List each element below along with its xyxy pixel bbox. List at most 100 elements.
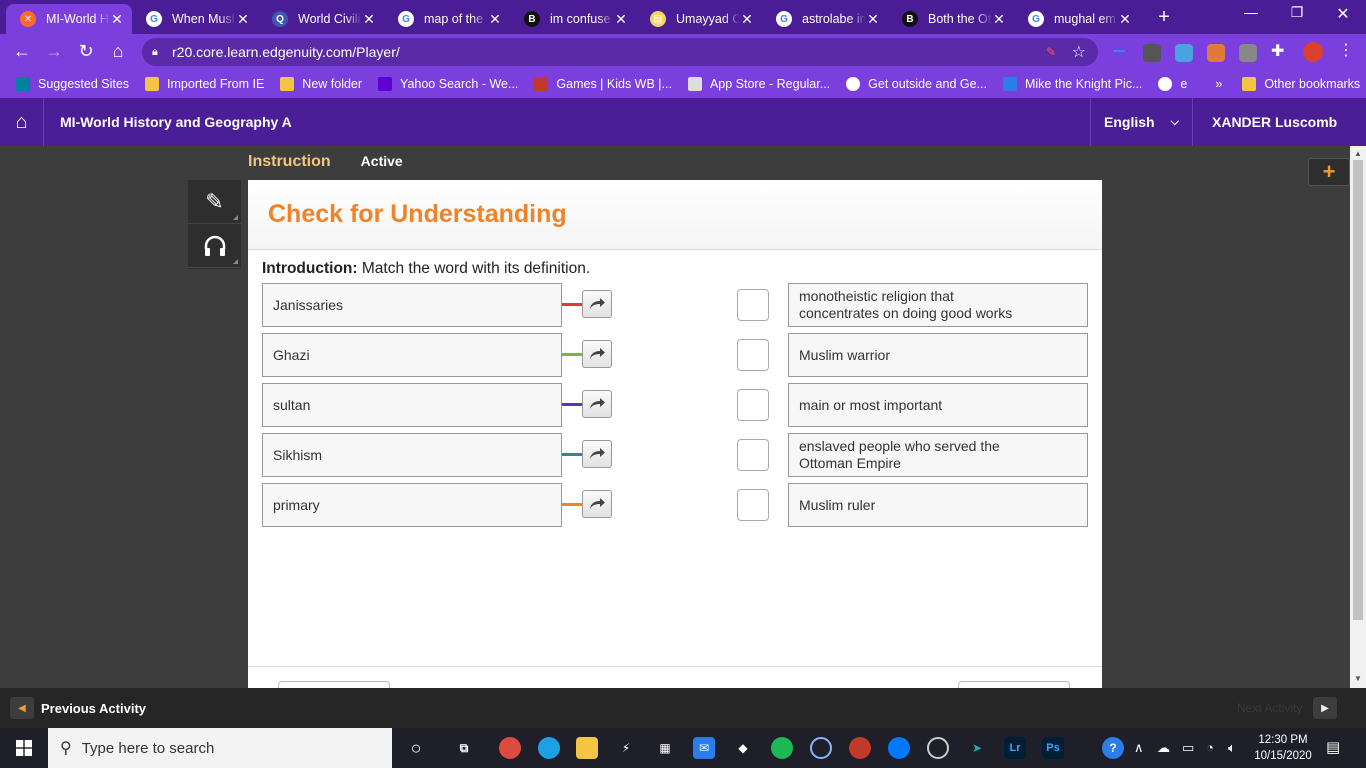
- cube-ext-icon[interactable]: [1175, 44, 1193, 62]
- bookmark-item[interactable]: Suggested Sites: [16, 77, 129, 91]
- task-view-icon[interactable]: ⧉: [453, 737, 475, 759]
- match-term[interactable]: sultan: [262, 383, 562, 427]
- drag-arrow-button[interactable]: [582, 440, 612, 468]
- facebook-ext-icon[interactable]: [1143, 44, 1161, 62]
- reload-icon[interactable]: ↻: [74, 41, 98, 62]
- photoshop-icon[interactable]: Ps: [1042, 737, 1064, 759]
- close-icon[interactable]: ✕: [488, 11, 502, 28]
- headphones-icon[interactable]: [188, 224, 241, 268]
- close-icon[interactable]: ✕: [866, 11, 880, 28]
- drag-arrow-button[interactable]: [582, 490, 612, 518]
- new-tab-button[interactable]: +: [1153, 6, 1175, 29]
- file-explorer-icon[interactable]: [576, 737, 598, 759]
- dropbox-icon[interactable]: ◆: [732, 737, 754, 759]
- system-clock[interactable]: 12:30 PM 10/15/2020: [1252, 732, 1314, 764]
- drag-arrow-button[interactable]: [582, 290, 612, 318]
- previous-activity-link[interactable]: Previous Activity: [41, 701, 146, 716]
- windows-start-icon[interactable]: [0, 728, 48, 768]
- browser-tab[interactable]: Q World Civili ✕: [258, 4, 384, 34]
- browser-tab[interactable]: Bim confuse ✕: [510, 4, 636, 34]
- match-term[interactable]: primary: [262, 483, 562, 527]
- bookmark-item[interactable]: Imported From IE: [145, 77, 264, 91]
- close-icon[interactable]: ✕: [614, 11, 628, 28]
- footer-left-button[interactable]: [278, 681, 390, 688]
- drop-target[interactable]: [737, 339, 769, 371]
- profile-avatar[interactable]: [1303, 42, 1323, 62]
- match-term[interactable]: Ghazi: [262, 333, 562, 377]
- puzzle-icon[interactable]: ✚: [1271, 41, 1289, 60]
- next-arrow-icon[interactable]: ▶: [1313, 697, 1337, 719]
- help-icon[interactable]: ?: [1102, 737, 1124, 759]
- browser-tab[interactable]: G When Musl ✕: [132, 4, 258, 34]
- close-icon[interactable]: ✕: [362, 11, 376, 28]
- home-icon[interactable]: ⌂: [0, 98, 44, 146]
- r-ext-icon[interactable]: [1239, 44, 1257, 62]
- chrome-icon[interactable]: [499, 737, 521, 759]
- close-icon[interactable]: ✕: [740, 11, 754, 28]
- bookmark-item[interactable]: Mike the Knight Pic...: [1002, 77, 1142, 91]
- drop-target[interactable]: [737, 289, 769, 321]
- red-app-icon[interactable]: [849, 737, 871, 759]
- breadcrumb-instruction[interactable]: Instruction: [248, 153, 331, 171]
- drag-arrow-button[interactable]: [582, 340, 612, 368]
- app-icon[interactable]: ⚡: [615, 737, 637, 759]
- scroll-thumb[interactable]: [1353, 160, 1363, 620]
- browser-tab[interactable]: Gmap of the ✕: [384, 4, 510, 34]
- browser-tab[interactable]: Gastrolabe in ✕: [762, 4, 888, 34]
- add-note-button[interactable]: +: [1308, 158, 1350, 186]
- drop-target[interactable]: [737, 489, 769, 521]
- bookmark-item[interactable]: e: [1158, 77, 1187, 91]
- battery-icon[interactable]: ▭: [1182, 740, 1194, 756]
- drag-arrow-button[interactable]: [582, 390, 612, 418]
- menu-icon[interactable]: ⋮: [1338, 40, 1356, 59]
- network-alert-icon[interactable]: ☁: [1157, 740, 1170, 756]
- address-bar[interactable]: 🔒︎ r20.core.learn.edgenuity.com/Player/ …: [142, 38, 1098, 66]
- close-icon[interactable]: ✕: [236, 11, 250, 28]
- messenger-icon[interactable]: [888, 737, 910, 759]
- scroll-down-icon[interactable]: ▼: [1350, 674, 1366, 683]
- arrow-app-icon[interactable]: ➤: [966, 737, 988, 759]
- taskbar-search[interactable]: ⚲ Type here to search: [48, 728, 392, 768]
- chevron-up-icon[interactable]: ∧: [1134, 740, 1144, 756]
- bookmark-item[interactable]: Games | Kids WB |...: [534, 77, 672, 91]
- close-icon[interactable]: ✕: [1118, 11, 1132, 28]
- speedometer-icon[interactable]: [810, 737, 832, 759]
- wifi-icon[interactable]: ◔: [1206, 740, 1214, 755]
- browser-tab[interactable]: B Both the Ot ✕: [888, 4, 1014, 34]
- user-name[interactable]: XANDER Luscomb: [1212, 114, 1337, 130]
- browser-tab[interactable]: ✕ MI-World H ✕: [6, 4, 132, 34]
- browser-tab[interactable]: Gmughal em ✕: [1014, 4, 1140, 34]
- drop-target[interactable]: [737, 389, 769, 421]
- back-arrow-icon[interactable]: ←: [10, 41, 34, 62]
- browser-tab[interactable]: ▤ Umayyad C ✕: [636, 4, 762, 34]
- media-icon[interactable]: [927, 737, 949, 759]
- shield-ext-icon[interactable]: [1207, 44, 1225, 62]
- match-term[interactable]: Sikhism: [262, 433, 562, 477]
- volume-icon[interactable]: 🔈︎: [1228, 740, 1236, 756]
- page-scrollbar[interactable]: ▲ ▼: [1350, 146, 1366, 688]
- bookmark-item[interactable]: Get outside and Ge...: [846, 77, 987, 91]
- notifications-icon[interactable]: ▤: [1326, 738, 1340, 756]
- mail-icon[interactable]: ✉: [693, 737, 715, 759]
- minimize-button[interactable]: —: [1236, 4, 1266, 20]
- pencil-icon[interactable]: ✎: [188, 180, 241, 224]
- forward-arrow-icon[interactable]: →: [42, 41, 66, 62]
- footer-right-button[interactable]: [958, 681, 1070, 688]
- match-term[interactable]: Janissaries: [262, 283, 562, 327]
- spotify-icon[interactable]: [771, 737, 793, 759]
- previous-arrow-icon[interactable]: ◀: [10, 697, 34, 719]
- drop-target[interactable]: [737, 439, 769, 471]
- restore-button[interactable]: ❐: [1282, 4, 1312, 21]
- cortana-icon[interactable]: ○: [405, 737, 427, 759]
- other-bookmarks[interactable]: Other bookmarks: [1242, 77, 1360, 91]
- lightroom-icon[interactable]: Lr: [1004, 737, 1026, 759]
- bookmark-item[interactable]: App Store - Regular...: [687, 77, 830, 91]
- store-icon[interactable]: ▦: [654, 737, 676, 759]
- bookmark-item[interactable]: New folder: [280, 77, 362, 91]
- bookmarks-overflow-button[interactable]: »: [1215, 77, 1222, 91]
- language-select[interactable]: English ⌵: [1090, 98, 1193, 146]
- bookmark-item[interactable]: Yahoo Search - We...: [378, 77, 518, 91]
- close-window-button[interactable]: ✕: [1328, 4, 1358, 24]
- edge-icon[interactable]: [538, 737, 560, 759]
- close-icon[interactable]: ✕: [110, 11, 124, 28]
